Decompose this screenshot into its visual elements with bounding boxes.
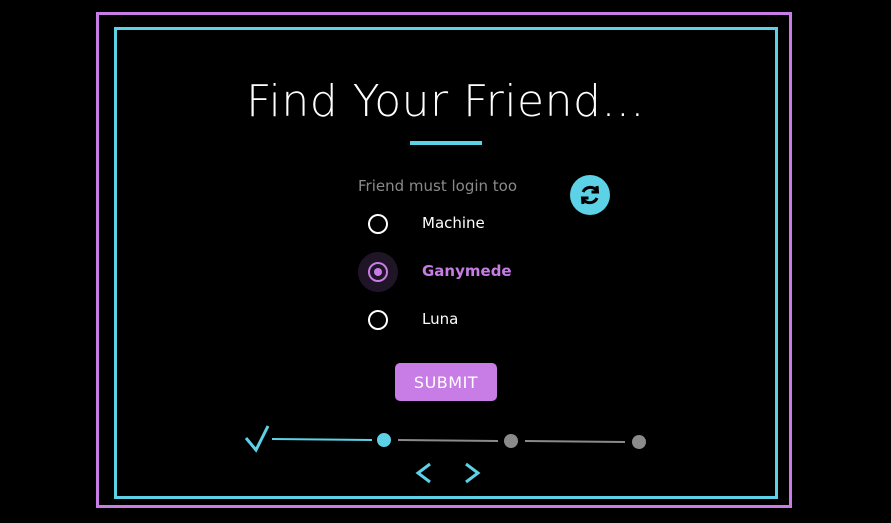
radio-option-luna[interactable]: Luna — [358, 300, 558, 340]
progress-stepper — [244, 425, 646, 453]
step-connector-3 — [524, 440, 626, 443]
refresh-icon — [580, 185, 600, 205]
radio-button[interactable] — [368, 310, 388, 330]
step-2-current-dot — [377, 433, 391, 447]
submit-button[interactable]: SUBMIT — [395, 363, 497, 401]
chevron-right-icon[interactable] — [458, 458, 486, 488]
step-1-check-icon — [244, 425, 270, 453]
chevron-left-icon[interactable] — [410, 458, 438, 488]
page-title: Find Your Friend... — [246, 76, 645, 127]
hint-text: Friend must login too — [358, 177, 518, 195]
radio-button[interactable] — [368, 214, 388, 234]
title-underline — [410, 141, 482, 145]
radio-label: Ganymede — [422, 262, 512, 280]
radio-button[interactable] — [368, 262, 388, 282]
step-4-pending-dot — [632, 435, 646, 449]
step-connector-2 — [397, 439, 499, 442]
radio-label: Machine — [422, 214, 485, 232]
radio-selected-dot — [374, 268, 382, 276]
step-connector-1 — [271, 438, 373, 441]
refresh-button[interactable] — [570, 175, 610, 215]
radio-option-ganymede[interactable]: Ganymede — [358, 252, 558, 292]
step-3-pending-dot — [504, 434, 518, 448]
radio-option-machine[interactable]: Machine — [358, 204, 558, 244]
radio-label: Luna — [422, 310, 459, 328]
